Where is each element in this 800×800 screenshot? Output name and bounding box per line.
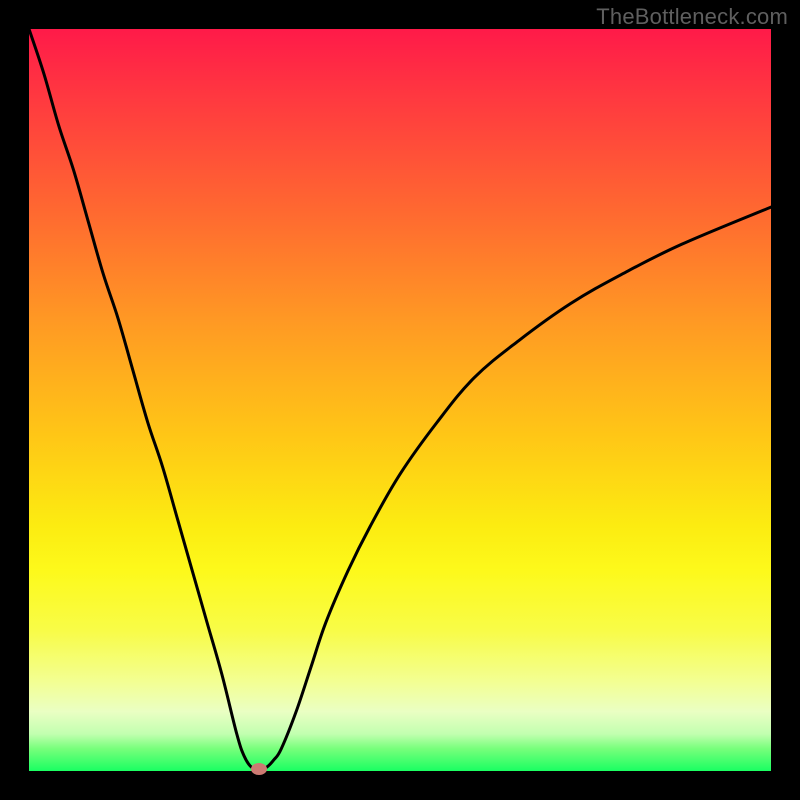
chart-frame: TheBottleneck.com bbox=[0, 0, 800, 800]
bottleneck-curve bbox=[29, 29, 771, 771]
watermark-text: TheBottleneck.com bbox=[596, 4, 788, 30]
plot-area bbox=[29, 29, 771, 771]
optimal-point-marker bbox=[251, 763, 267, 775]
